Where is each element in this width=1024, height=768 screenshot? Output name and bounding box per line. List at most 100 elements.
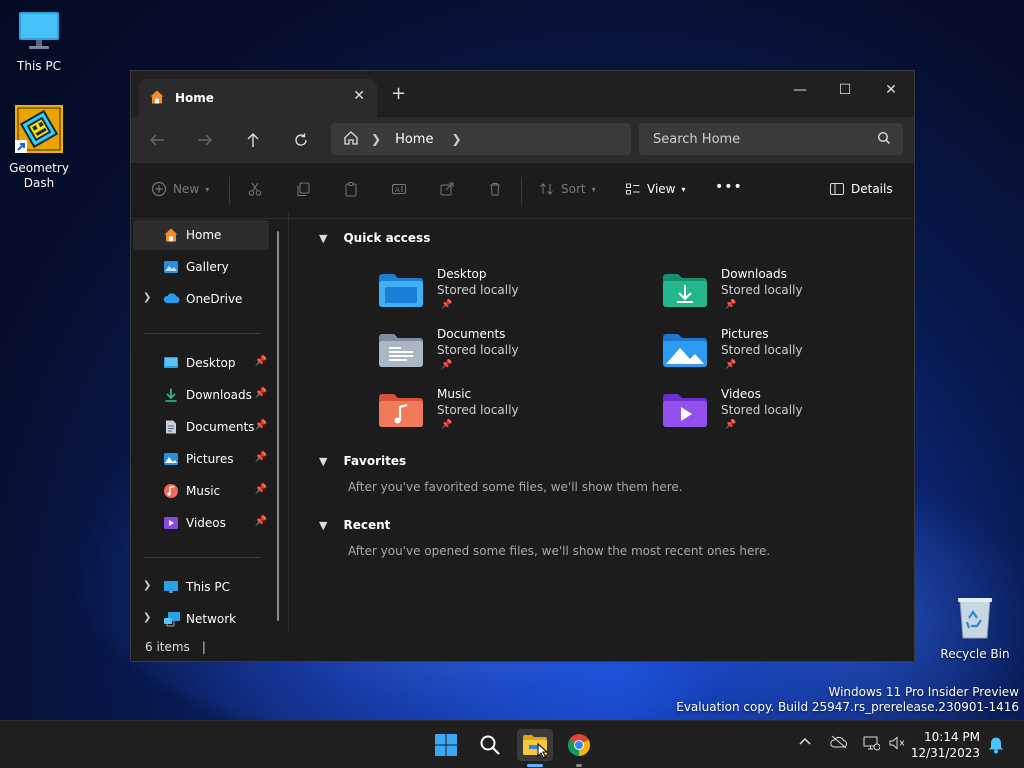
back-button[interactable] <box>145 129 169 151</box>
quick-access-item-downloads[interactable]: Downloads Stored locally 📌 <box>663 267 913 323</box>
quick-access-item-music[interactable]: Music Stored locally 📌 <box>379 387 629 443</box>
address-field[interactable]: ❯ Home ❯ <box>331 123 631 155</box>
maximize-button[interactable]: ☐ <box>822 76 868 104</box>
status-bar: 6 items | <box>131 633 914 661</box>
music-folder-icon <box>379 393 423 430</box>
search-icon <box>877 131 891 149</box>
file-explorer-window: Home ✕ + — ☐ ✕ ❯ Home ❯ Search Home New … <box>130 70 915 662</box>
pictures-icon <box>163 451 179 470</box>
forward-button[interactable] <box>193 129 217 151</box>
nav-item-downloads[interactable]: Downloads 📌 <box>133 380 269 410</box>
notifications-button[interactable] <box>988 736 1004 757</box>
desktop-icon-this-pc[interactable]: This PC <box>1 10 77 73</box>
details-button[interactable]: Details <box>829 181 893 197</box>
onedrive-status-icon[interactable] <box>830 735 848 752</box>
new-button[interactable]: New ▾ <box>151 181 209 197</box>
tab-close-icon[interactable]: ✕ <box>353 88 365 104</box>
videos-folder-icon <box>663 393 707 430</box>
home-icon <box>149 89 165 108</box>
chevron-right-icon[interactable]: ❯ <box>143 580 151 591</box>
nav-item-network[interactable]: ❯ Network <box>133 604 269 634</box>
nav-item-this-pc[interactable]: ❯ This PC <box>133 572 269 602</box>
copy-button[interactable] <box>295 181 311 197</box>
new-tab-button[interactable]: + <box>391 83 406 104</box>
pin-icon[interactable]: 📌 <box>255 516 267 527</box>
share-button[interactable] <box>439 181 455 197</box>
copy-icon <box>297 182 310 196</box>
scissors-icon <box>248 182 262 196</box>
nav-item-videos[interactable]: Videos 📌 <box>133 508 269 538</box>
breadcrumb-home[interactable]: Home <box>395 132 433 147</box>
rename-button[interactable]: A <box>391 181 407 197</box>
chevron-right-icon[interactable]: ❯ <box>451 132 461 146</box>
nav-item-music[interactable]: Music 📌 <box>133 476 269 506</box>
clipboard-icon <box>345 182 357 197</box>
section-recent[interactable]: ▼ Recent <box>319 518 390 532</box>
taskbar-chrome[interactable] <box>561 729 597 767</box>
gallery-icon <box>163 259 179 278</box>
desktop-icon-geometry-dash[interactable]: Geometry Dash <box>1 104 77 191</box>
taskbar-file-explorer[interactable] <box>517 729 553 767</box>
nav-item-desktop[interactable]: Desktop 📌 <box>133 348 269 378</box>
nav-scrollbar[interactable] <box>277 231 279 621</box>
quick-access-item-documents[interactable]: Documents Stored locally 📌 <box>379 327 629 383</box>
nav-item-onedrive[interactable]: ❯ OneDrive <box>133 284 269 314</box>
minimize-button[interactable]: — <box>777 76 823 104</box>
pin-icon[interactable]: 📌 <box>255 356 267 367</box>
pin-icon[interactable]: 📌 <box>255 420 267 431</box>
more-options-button[interactable]: ••• <box>715 179 743 195</box>
volume-muted-icon[interactable] <box>888 735 906 754</box>
nav-item-gallery[interactable]: Gallery <box>133 252 269 282</box>
recycle-bin-icon <box>937 596 1013 643</box>
chevron-right-icon: ❯ <box>371 132 382 146</box>
clock-time: 10:14 PM <box>924 730 980 744</box>
rename-icon: A <box>392 184 406 194</box>
chevron-right-icon[interactable]: ❯ <box>143 292 151 303</box>
start-button[interactable] <box>428 729 464 761</box>
section-quick-access[interactable]: ▼ Quick access <box>319 231 430 245</box>
evaluation-watermark: Windows 11 Pro Insider Preview Evaluatio… <box>676 685 1019 714</box>
cut-button[interactable] <box>247 181 263 197</box>
up-button[interactable] <box>241 129 265 151</box>
search-button[interactable] <box>472 729 508 761</box>
section-favorites[interactable]: ▼ Favorites <box>319 454 406 468</box>
pin-icon[interactable]: 📌 <box>255 452 267 463</box>
pin-icon[interactable]: 📌 <box>255 484 267 495</box>
tab-title: Home <box>175 91 214 105</box>
nav-divider <box>143 333 261 334</box>
monitor-icon <box>1 10 77 55</box>
quick-access-item-pictures[interactable]: Pictures Stored locally 📌 <box>663 327 913 383</box>
taskbar: 10:14 PM 12/31/2023 <box>0 720 1024 768</box>
running-app-indicator <box>576 764 582 767</box>
quick-access-item-desktop[interactable]: Desktop Stored locally 📌 <box>379 267 629 323</box>
view-button[interactable]: View ▾ <box>625 181 686 197</box>
desktop-folder-icon <box>379 273 423 310</box>
back-arrow-icon <box>150 134 164 146</box>
favorites-empty-note: After you've favorited some files, we'll… <box>348 480 683 494</box>
nav-item-documents[interactable]: Documents 📌 <box>133 412 269 442</box>
nav-divider <box>143 557 261 558</box>
nav-item-home[interactable]: Home <box>133 220 269 250</box>
network-status-icon[interactable] <box>862 735 881 754</box>
close-button[interactable]: ✕ <box>868 76 914 104</box>
trash-icon <box>490 183 500 196</box>
pin-icon[interactable]: 📌 <box>255 388 267 399</box>
desktop-folder-icon <box>163 355 179 374</box>
pin-icon: 📌 <box>725 300 737 310</box>
command-bar: New ▾ A Sort ▾ View ▾ ••• Details <box>131 163 914 219</box>
windows-logo-icon <box>435 734 457 756</box>
nav-item-pictures[interactable]: Pictures 📌 <box>133 444 269 474</box>
refresh-button[interactable] <box>289 129 313 151</box>
svg-text:A: A <box>395 186 400 194</box>
tab-home[interactable]: Home ✕ <box>139 79 377 117</box>
delete-button[interactable] <box>487 181 503 197</box>
sort-button[interactable]: Sort ▾ <box>539 181 596 197</box>
desktop-icon-recycle-bin[interactable]: Recycle Bin <box>937 596 1013 661</box>
search-input[interactable]: Search Home <box>639 123 903 155</box>
search-icon <box>480 735 500 755</box>
paste-button[interactable] <box>343 181 359 197</box>
quick-access-item-videos[interactable]: Videos Stored locally 📌 <box>663 387 913 443</box>
clock[interactable]: 10:14 PM 12/31/2023 <box>911 729 980 761</box>
chevron-right-icon[interactable]: ❯ <box>143 612 151 623</box>
show-hidden-icons-button[interactable] <box>798 735 812 749</box>
